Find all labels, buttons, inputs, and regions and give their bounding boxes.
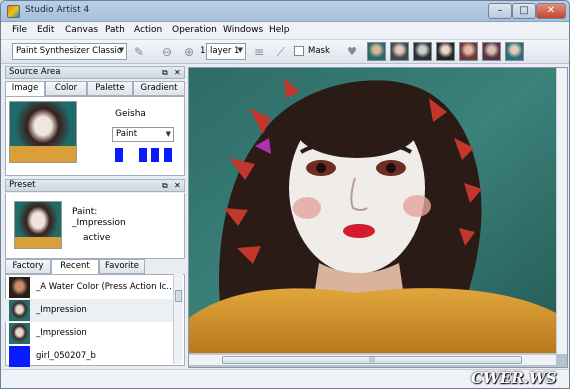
painting-svg xyxy=(189,68,556,353)
panel-float-icon[interactable]: ⧉ xyxy=(162,67,168,78)
app-logo-icon xyxy=(7,5,20,18)
menu-path[interactable]: Path xyxy=(105,25,125,35)
list-item[interactable]: _Impression xyxy=(5,322,173,345)
chevron-down-icon: ▼ xyxy=(237,46,243,54)
menu-windows[interactable]: Windows xyxy=(223,25,263,35)
close-button[interactable]: ✕ xyxy=(536,3,566,19)
color-swatch-1[interactable] xyxy=(115,148,123,162)
synthesizer-select[interactable]: Paint Synthesizer Classic ▼ xyxy=(12,43,127,60)
color-swatch-2[interactable] xyxy=(139,148,147,162)
sweater-shape xyxy=(15,237,61,248)
close-icon[interactable]: ✕ xyxy=(174,67,181,78)
tab-image[interactable]: Image xyxy=(5,81,45,97)
preset-thumbnail-3[interactable] xyxy=(413,42,432,61)
list-item-label: _A Water Color (Press Action Ic... xyxy=(36,282,172,292)
zoom-level: 1 xyxy=(200,46,206,56)
preset-name: _Impression xyxy=(72,218,126,228)
preset-thumbnail-1[interactable] xyxy=(367,42,386,61)
preset-body: Paint: _Impression active xyxy=(5,193,185,259)
color-swatch-3[interactable] xyxy=(151,148,159,162)
color-swatch-4[interactable] xyxy=(164,148,172,162)
left-pupil xyxy=(316,163,326,173)
layer-select[interactable]: layer 1 ▼ xyxy=(206,43,246,60)
left-cheek xyxy=(293,197,321,219)
brush-icon[interactable]: ✎ xyxy=(131,44,147,60)
scrollbar-thumb[interactable]: ||| xyxy=(222,356,522,364)
eraser-icon[interactable]: ⟋ xyxy=(273,44,289,60)
list-item-thumbnail xyxy=(9,300,30,321)
tab-favorite[interactable]: Favorite xyxy=(99,259,145,274)
menu-action[interactable]: Action xyxy=(134,25,162,35)
tab-gradient[interactable]: Gradient xyxy=(133,81,185,96)
window-title: Studio Artist 4 xyxy=(25,5,90,15)
chevron-down-icon: ▼ xyxy=(118,46,124,54)
preset-thumbnail-5[interactable] xyxy=(459,42,478,61)
preset-thumbnail-6[interactable] xyxy=(482,42,501,61)
synthesizer-select-value: Paint Synthesizer Classic xyxy=(16,46,122,56)
menu-operation[interactable]: Operation xyxy=(172,25,217,35)
menu-file[interactable]: File xyxy=(12,25,27,35)
menu-bar: File Edit Canvas Path Action Operation W… xyxy=(1,22,569,40)
preset-tabs: Factory Recent Favorite xyxy=(5,259,185,275)
canvas-painting[interactable] xyxy=(189,68,556,353)
list-item[interactable]: _Impression xyxy=(5,299,173,322)
tab-palette[interactable]: Palette xyxy=(87,81,133,96)
preset-thumbnail-4[interactable] xyxy=(436,42,455,61)
preset-thumbnail-7[interactable] xyxy=(505,42,524,61)
canvas-horizontal-scrollbar[interactable]: ||| xyxy=(189,354,556,365)
menu-edit[interactable]: Edit xyxy=(37,25,54,35)
right-cheek xyxy=(403,195,431,217)
sweater-shape xyxy=(189,288,556,353)
menu-help[interactable]: Help xyxy=(269,25,290,35)
list-item-label: _Impression xyxy=(36,305,87,315)
list-item-thumbnail xyxy=(9,277,30,298)
canvas-vertical-scrollbar[interactable] xyxy=(556,68,567,354)
panel-float-icon[interactable]: ⧉ xyxy=(162,180,168,191)
source-mode-value: Paint xyxy=(116,129,138,139)
mask-checkbox[interactable] xyxy=(294,46,304,56)
source-area-header: Source Area ⧉ ✕ xyxy=(5,66,185,79)
zoom-out-icon[interactable]: ⊖ xyxy=(159,44,175,60)
source-image-thumbnail[interactable] xyxy=(9,101,77,163)
preset-type-label: Paint: xyxy=(72,207,98,217)
scrollbar-thumb[interactable] xyxy=(175,290,182,302)
close-icon[interactable]: ✕ xyxy=(174,180,181,191)
sweater-shape xyxy=(10,146,76,162)
preset-thumbnail xyxy=(14,201,62,249)
tab-color[interactable]: Color xyxy=(45,81,87,96)
source-mode-select[interactable]: Paint ▼ xyxy=(112,127,174,142)
preset-header: Preset ⧉ ✕ xyxy=(5,179,185,192)
tab-recent[interactable]: Recent xyxy=(51,259,99,275)
app-window: Studio Artist 4 – □ ✕ File Edit Canvas P… xyxy=(0,0,570,389)
list-item-label: girl_050207_b xyxy=(36,351,96,361)
preset-list-scrollbar[interactable] xyxy=(173,274,183,364)
preset-title: Preset xyxy=(9,180,36,190)
source-area-title: Source Area xyxy=(9,67,61,77)
toolbar: Paint Synthesizer Classic ▼ ✎ ⊖ ⊕ 1 laye… xyxy=(1,40,569,64)
list-item-thumbnail xyxy=(9,323,30,344)
mask-label: Mask xyxy=(308,46,330,56)
layer-select-value: layer 1 xyxy=(210,46,240,56)
layer-options-icon[interactable]: ≡ xyxy=(251,44,267,60)
list-item[interactable]: _A Water Color (Press Action Ic... xyxy=(5,276,173,299)
lips xyxy=(343,224,375,238)
preset-status: active xyxy=(83,233,111,243)
list-item-thumbnail xyxy=(9,346,30,367)
source-area-body: Geisha Paint ▼ xyxy=(5,96,185,176)
minimize-button[interactable]: – xyxy=(488,3,512,19)
favorite-heart-icon[interactable]: ♥ xyxy=(344,44,360,60)
list-item[interactable]: girl_050207_b xyxy=(5,345,173,368)
maximize-button[interactable]: □ xyxy=(512,3,536,19)
watermark-text: CWER.WS xyxy=(471,369,557,387)
title-bar: Studio Artist 4 – □ ✕ xyxy=(1,1,569,22)
zoom-in-icon[interactable]: ⊕ xyxy=(181,44,197,60)
menu-canvas[interactable]: Canvas xyxy=(65,25,98,35)
source-area-tabs: Image Color Palette Gradient xyxy=(5,81,185,97)
preset-thumbnail-2[interactable] xyxy=(390,42,409,61)
tab-factory[interactable]: Factory xyxy=(5,259,51,274)
right-pupil xyxy=(386,163,396,173)
list-item-label: _Impression xyxy=(36,328,87,338)
source-name: Geisha xyxy=(115,109,146,119)
chevron-down-icon: ▼ xyxy=(165,130,171,138)
